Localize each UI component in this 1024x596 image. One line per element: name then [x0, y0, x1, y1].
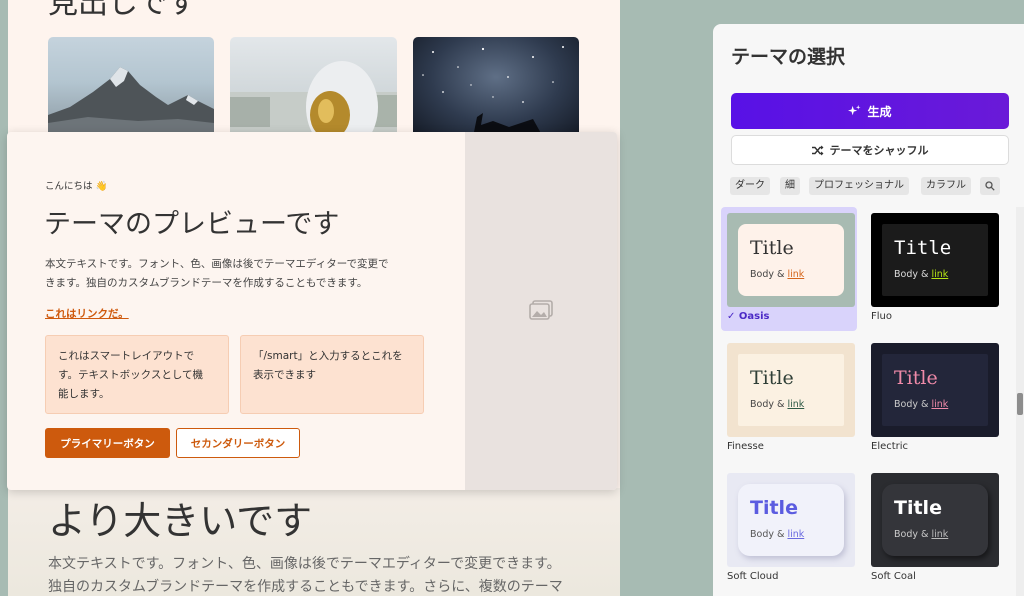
theme-sample-title: Title — [750, 497, 798, 519]
theme-thumbnail: Title Body & link — [871, 213, 999, 307]
theme-sample-card: Title Body & link — [882, 484, 988, 556]
theme-thumbnail: Title Body & link — [727, 473, 855, 567]
theme-sample-body: Body & link — [750, 529, 805, 540]
theme-name: Fluo — [871, 311, 892, 322]
theme-sample-title: Title — [750, 237, 794, 259]
smart-layout-box: これはスマートレイアウトで す。テキストボックスとして機 能します。 — [45, 335, 229, 414]
theme-tile-oasis[interactable]: Title Body & link ✓ Oasis — [721, 207, 857, 331]
theme-name: ✓ Oasis — [727, 311, 770, 322]
filter-search-button[interactable] — [980, 177, 1000, 195]
theme-sample-card: Title Body & link — [738, 224, 844, 296]
theme-sample-card: Title Body & link — [882, 354, 988, 426]
theme-list-scrollbar[interactable] — [1016, 207, 1024, 596]
theme-sample-link: link — [931, 269, 949, 280]
slide-body-text-line: 独自のカスタムブランドテーマを作成することもできます。さらに、複数のテーマ — [48, 579, 563, 595]
theme-tile-soft-coal[interactable]: Title Body & link Soft Coal — [865, 467, 1001, 591]
theme-tile-finesse[interactable]: Title Body & link Finesse — [721, 337, 857, 461]
smart-box-line: す。テキストボックスとして機 — [58, 369, 204, 381]
theme-thumbnail: Title Body & link — [871, 473, 999, 567]
theme-sample-body: Body & link — [750, 269, 805, 280]
theme-sample-body: Body & link — [894, 529, 949, 540]
theme-name: Soft Cloud — [727, 571, 779, 582]
theme-preview-card: こんにちは 👋 テーマのプレビューです 本文テキストです。フォント、色、画像は後… — [7, 132, 617, 490]
image-placeholder-icon — [529, 300, 553, 320]
theme-sample-link: link — [931, 529, 949, 540]
smart-box-line: 「/smart」と入力するとこれを — [253, 350, 403, 362]
mountain-photo — [48, 37, 214, 137]
theme-sample-card: Title Body & link — [882, 224, 988, 296]
theme-sample-title: Title — [894, 237, 952, 259]
theme-thumbnail: Title Body & link — [727, 213, 855, 307]
smart-box-line: これはスマートレイアウトで — [58, 350, 195, 362]
primary-button[interactable]: プライマリーボタン — [45, 428, 170, 458]
generate-label: 生成 — [867, 104, 892, 119]
theme-sample-body: Body & link — [894, 269, 949, 280]
theme-thumbnail: Title Body & link — [727, 343, 855, 437]
smart-box-line: 能します。 — [58, 388, 110, 400]
theme-sample-link: link — [787, 529, 805, 540]
filter-chip-colorful[interactable]: カラフル — [921, 177, 971, 195]
theme-sample-card: Title Body & link — [738, 484, 844, 556]
slide-heading: 見出しです — [48, 0, 198, 21]
theme-grid: Title Body & link ✓ Oasis Title Body & l… — [721, 207, 1009, 596]
generate-button[interactable]: 生成 — [731, 93, 1009, 129]
theme-selection-panel: テーマの選択 生成 テーマをシャッフル ダーク 細 プロフェッショナル カラフル — [713, 24, 1024, 596]
theme-sample-title: Title — [894, 367, 938, 389]
sparkle-icon — [848, 104, 862, 115]
greeting-text: こんにちは 👋 — [45, 181, 108, 192]
filter-chip-thin[interactable]: 細 — [780, 177, 800, 195]
preview-body-line: きます。独自のカスタムブランドテーマを作成することもできます。 — [45, 277, 368, 289]
theme-name: Finesse — [727, 441, 764, 452]
slide-large-heading: より大きいです — [48, 499, 313, 543]
shuffle-themes-button[interactable]: テーマをシャッフル — [731, 135, 1009, 165]
theme-sample-title: Title — [750, 367, 794, 389]
check-icon: ✓ — [727, 311, 736, 322]
panel-title: テーマの選択 — [731, 46, 846, 68]
secondary-button[interactable]: セカンダリーボタン — [176, 428, 300, 458]
smart-box-line: 表示できます — [253, 369, 316, 381]
theme-tile-soft-cloud[interactable]: Title Body & link Soft Cloud — [721, 467, 857, 591]
preview-link[interactable]: これはリンクだ。 — [45, 306, 129, 321]
theme-thumbnail: Title Body & link — [871, 343, 999, 437]
theme-name: Soft Coal — [871, 571, 916, 582]
slide-body-text-line: 本文テキストです。フォント、色、画像は後でテーマエディターで変更できます。 — [48, 556, 561, 572]
theme-sample-title: Title — [894, 497, 942, 519]
theme-tile-electric[interactable]: Title Body & link Electric — [865, 337, 1001, 461]
filter-chip-professional[interactable]: プロフェッショナル — [809, 177, 909, 195]
preview-title: テーマのプレビューです — [44, 209, 340, 240]
theme-sample-link: link — [787, 399, 805, 410]
smart-layout-box: 「/smart」と入力するとこれを 表示できます — [240, 335, 424, 414]
theme-tile-fluo[interactable]: Title Body & link Fluo — [865, 207, 1001, 331]
night-sky-photo — [413, 37, 579, 137]
theme-sample-link: link — [787, 269, 805, 280]
scrollbar-thumb[interactable] — [1017, 393, 1023, 415]
preview-body-line: 本文テキストです。フォント、色、画像は後でテーマエディターで変更で — [45, 258, 389, 270]
preview-image-panel — [465, 132, 617, 490]
theme-sample-card: Title Body & link — [738, 354, 844, 426]
theme-sample-link: link — [931, 399, 949, 410]
search-icon — [985, 181, 995, 191]
theme-sample-body: Body & link — [894, 399, 949, 410]
shuffle-icon — [811, 145, 823, 155]
shuffle-label: テーマをシャッフル — [829, 144, 929, 157]
astronaut-photo — [230, 37, 397, 137]
theme-sample-body: Body & link — [750, 399, 805, 410]
filter-chip-dark[interactable]: ダーク — [730, 177, 770, 195]
theme-name: Electric — [871, 441, 909, 452]
